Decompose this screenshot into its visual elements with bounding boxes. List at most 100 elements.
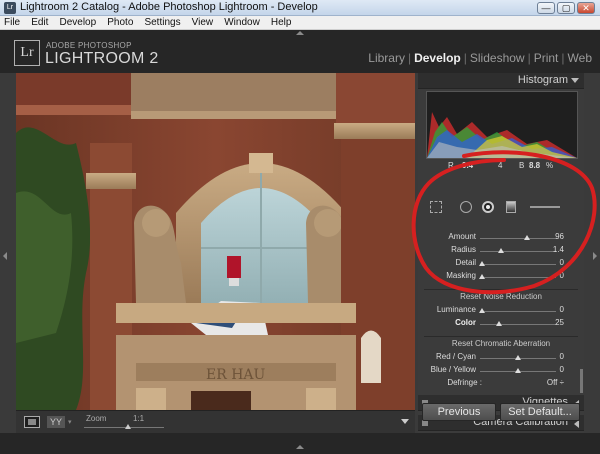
histogram-graph <box>426 91 578 159</box>
panel-scrollbar[interactable] <box>580 369 583 393</box>
previous-button[interactable]: Previous <box>422 403 496 421</box>
graduated-filter-icon[interactable] <box>506 201 516 213</box>
slider-value[interactable]: 0 <box>560 305 564 314</box>
slider-masking[interactable]: Masking 0 <box>418 270 584 283</box>
tool-strip <box>422 198 578 218</box>
slider-label: Radius <box>451 245 476 254</box>
maximize-button[interactable]: ▢ <box>557 2 575 14</box>
expand-triangle-icon[interactable] <box>574 420 579 428</box>
before-after-dropdown-icon[interactable]: ▾ <box>68 418 72 426</box>
slider-amount[interactable]: Amount 96 <box>418 231 584 244</box>
module-develop[interactable]: Develop <box>414 51 461 65</box>
b-label: B <box>519 161 525 170</box>
slider-value[interactable]: 0 <box>560 271 564 280</box>
slider-thumb[interactable] <box>515 368 521 373</box>
slider-thumb[interactable] <box>498 248 505 253</box>
slider-thumb[interactable] <box>479 308 486 313</box>
identity-plate-bar: Lr ADOBE PHOTOSHOP LIGHTROOM 2 Library | D… <box>0 30 600 73</box>
histogram-title: Histogram <box>517 74 568 86</box>
module-library[interactable]: Library <box>368 51 405 65</box>
module-print[interactable]: Print <box>534 51 559 65</box>
brand-line-2: LIGHTROOM 2 <box>45 50 159 67</box>
slider-detail[interactable]: Detail 0 <box>418 257 584 270</box>
slider-label: Blue / Yellow <box>430 365 476 374</box>
brand-line-1: ADOBE PHOTOSHOP <box>46 41 132 50</box>
histogram-header[interactable]: Histogram <box>418 73 584 89</box>
lightroom-app-icon[interactable]: Lr <box>4 2 16 14</box>
photo-preview[interactable]: ER HAU <box>16 73 415 410</box>
red-eye-icon[interactable] <box>482 201 494 213</box>
reset-noise-reduction[interactable]: Reset Noise Reduction <box>418 289 584 304</box>
slider-value[interactable]: 25 <box>555 318 564 327</box>
zoom-label: Zoom <box>86 414 107 423</box>
svg-text:ER HAU: ER HAU <box>206 367 266 383</box>
slider-label: Detail <box>455 258 476 267</box>
slider-label: Luminance <box>436 305 476 314</box>
slider-blue-yellow[interactable]: Blue / Yellow 0 <box>418 364 584 377</box>
defringe-select[interactable]: Off ÷ <box>547 378 564 387</box>
spot-removal-icon[interactable] <box>460 201 472 213</box>
reset-chromatic-aberration[interactable]: Reset Chromatic Aberration <box>418 336 584 351</box>
slider-luminance[interactable]: Luminance 0 <box>418 304 584 317</box>
window-title-bar: Lr Lightroom 2 Catalog - Adobe Photoshop… <box>0 0 600 16</box>
defringe-row[interactable]: Defringe : Off ÷ <box>418 377 584 390</box>
lightroom-logo: Lr <box>14 40 40 66</box>
toolbar-menu-icon[interactable] <box>401 419 409 424</box>
loupe-view-icon[interactable] <box>24 416 40 428</box>
g-value: 4 <box>498 161 503 170</box>
percent-unit: % <box>546 161 554 170</box>
set-default-button[interactable]: Set Default... <box>500 403 580 421</box>
right-panel-toggle-icon[interactable] <box>593 252 597 260</box>
b-value: 8.8 <box>529 161 541 170</box>
top-panel-toggle-icon[interactable] <box>296 31 304 35</box>
slider-value[interactable]: 96 <box>555 232 564 241</box>
crop-tool-icon[interactable] <box>430 201 442 213</box>
slider-color[interactable]: Color 25 <box>418 317 584 330</box>
menu-develop[interactable]: Develop <box>55 16 100 30</box>
slider-label: Masking <box>446 271 476 280</box>
menu-file[interactable]: File <box>0 16 24 30</box>
develop-toolbar: YY ▾ Zoom 1:1 <box>16 410 415 433</box>
slider-value[interactable]: 0 <box>560 352 564 361</box>
slider-thumb[interactable] <box>524 235 531 240</box>
menu-settings[interactable]: Settings <box>140 16 184 30</box>
collapse-triangle-icon[interactable] <box>571 78 579 83</box>
defringe-label: Defringe : <box>447 378 482 387</box>
menu-edit[interactable]: Edit <box>27 16 52 30</box>
zoom-slider-track[interactable] <box>84 427 164 428</box>
menu-view[interactable]: View <box>188 16 218 30</box>
slider-value[interactable]: 0 <box>560 365 564 374</box>
before-after-button[interactable]: YY <box>47 416 65 428</box>
slider-label: Color <box>455 318 476 327</box>
adjustment-brush-icon[interactable] <box>530 206 560 208</box>
building-photo: ER HAU <box>16 73 415 410</box>
slider-radius[interactable]: Radius 1.4 <box>418 244 584 257</box>
left-panel-toggle-icon[interactable] <box>3 252 7 260</box>
r-label: R <box>448 161 454 170</box>
slider-thumb[interactable] <box>515 355 521 360</box>
filmstrip-bar <box>0 433 600 454</box>
slider-value[interactable]: 0 <box>560 258 564 267</box>
close-button[interactable]: ✕ <box>577 2 595 14</box>
menu-window[interactable]: Window <box>220 16 264 30</box>
slider-red-cyan[interactable]: Red / Cyan 0 <box>418 351 584 364</box>
slider-thumb[interactable] <box>479 274 486 279</box>
zoom-value: 1:1 <box>133 414 145 423</box>
slider-thumb[interactable] <box>496 321 502 326</box>
module-slideshow[interactable]: Slideshow <box>470 51 525 65</box>
menu-help[interactable]: Help <box>267 16 296 30</box>
window-title: Lightroom 2 Catalog - Adobe Photoshop Li… <box>20 1 318 13</box>
module-picker: Library | Develop | Slideshow | Print | Web <box>368 51 592 65</box>
slider-thumb[interactable] <box>479 261 486 266</box>
slider-label: Amount <box>448 232 476 241</box>
module-web[interactable]: Web <box>568 51 592 65</box>
minimize-button[interactable]: — <box>537 2 555 14</box>
zoom-slider-thumb[interactable] <box>125 424 131 429</box>
histogram-readout: R 9.4 4 B 8.8 % <box>426 160 578 172</box>
slider-value[interactable]: 1.4 <box>553 245 564 254</box>
filmstrip-toggle-icon[interactable] <box>296 445 304 449</box>
slider-label: Red / Cyan <box>435 352 476 361</box>
menu-photo[interactable]: Photo <box>103 16 137 30</box>
r-value: 9.4 <box>462 161 474 170</box>
menu-bar: File Edit Develop Photo Settings View Wi… <box>0 16 600 30</box>
